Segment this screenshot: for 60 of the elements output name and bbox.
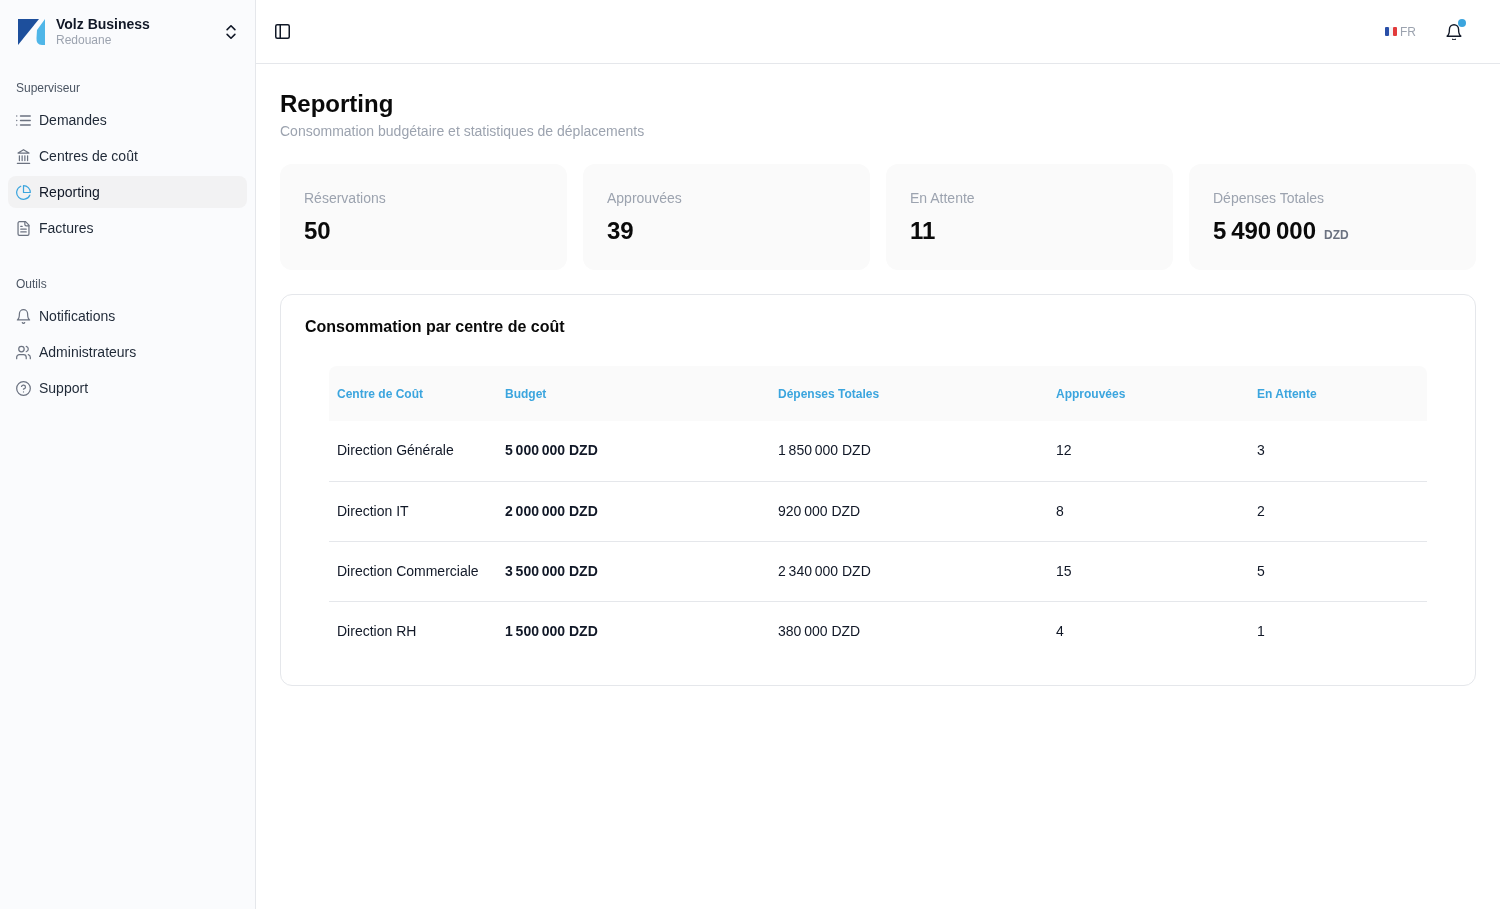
- table-cell: 3: [1249, 421, 1427, 481]
- column-header: Budget: [497, 366, 770, 421]
- flag-icon: [1385, 27, 1397, 36]
- table-cell: 4: [1048, 601, 1249, 661]
- sidebar-item[interactable]: Administrateurs: [8, 336, 247, 368]
- section-label: Outils: [15, 276, 48, 293]
- column-header: Centre de Coût: [329, 366, 497, 421]
- bank-icon: [16, 148, 31, 164]
- stat-label: Approuvées: [607, 189, 682, 208]
- stat-label: Dépenses Totales: [1213, 189, 1325, 208]
- table-cell: Direction Générale: [329, 421, 497, 481]
- table-cell: 1: [1249, 601, 1427, 661]
- document-icon: [16, 220, 31, 236]
- sidebar-item[interactable]: Demandes: [8, 104, 247, 136]
- table-cell: Direction RH: [329, 601, 497, 661]
- column-header: Approuvées: [1048, 366, 1249, 421]
- table-cell: 12: [1048, 421, 1249, 481]
- list-icon: [16, 112, 31, 128]
- table-cell: 380 000 DZD: [770, 601, 1048, 661]
- table-title: Consommation par centre de coût: [305, 317, 566, 337]
- pie-chart-icon: [16, 184, 31, 200]
- stat-value: 11: [910, 216, 936, 246]
- page-title: Reporting: [280, 89, 395, 119]
- table-cell: 5: [1249, 541, 1427, 601]
- panel-left-icon: [274, 24, 290, 39]
- stat-value: 39: [607, 216, 634, 246]
- table-cell: Direction Commerciale: [329, 541, 497, 601]
- sidebar-item[interactable]: Centres de coût: [8, 140, 247, 172]
- user-name: Redouane: [56, 33, 113, 49]
- bell-icon: [16, 308, 31, 324]
- table-cell: Direction IT: [329, 481, 497, 541]
- users-icon: [16, 344, 31, 360]
- table-cell: 1 850 000 DZD: [770, 421, 1048, 481]
- logo-icon: [18, 18, 46, 46]
- table-cell: 920 000 DZD: [770, 481, 1048, 541]
- stat-value: 5 490 000: [1213, 216, 1317, 246]
- table-cell: 2 340 000 DZD: [770, 541, 1048, 601]
- table-cell: 2 000 000 DZD: [497, 481, 770, 541]
- table-cell: 1 500 000 DZD: [497, 601, 770, 661]
- table-cell: 2: [1249, 481, 1427, 541]
- workspace-name: Volz Business: [56, 15, 151, 34]
- table-cell: 8: [1048, 481, 1249, 541]
- bell-icon: [1446, 23, 1462, 40]
- sidebar-item[interactable]: Notifications: [8, 300, 247, 332]
- column-header: En Attente: [1249, 366, 1427, 421]
- stat-unit: DZD: [1324, 227, 1349, 244]
- page-subtitle: Consommation budgétaire et statistiques de déplacements: [280, 122, 646, 141]
- column-header: Dépenses Totales: [770, 366, 1048, 421]
- stat-label: Réservations: [304, 189, 386, 208]
- sidebar-item[interactable]: Factures: [8, 212, 247, 244]
- stat-label: En Attente: [910, 189, 975, 208]
- table-cell: 5 000 000 DZD: [497, 421, 770, 481]
- section-label: Superviseur: [15, 80, 82, 97]
- table-cell: 3 500 000 DZD: [497, 541, 770, 601]
- sidebar-item[interactable]: Reporting: [8, 176, 247, 208]
- chevrons-up-down-icon[interactable]: [225, 25, 237, 39]
- help-icon: [16, 380, 31, 396]
- sidebar-item[interactable]: Support: [8, 372, 247, 404]
- table-cell: 15: [1048, 541, 1249, 601]
- stat-value: 50: [304, 216, 331, 246]
